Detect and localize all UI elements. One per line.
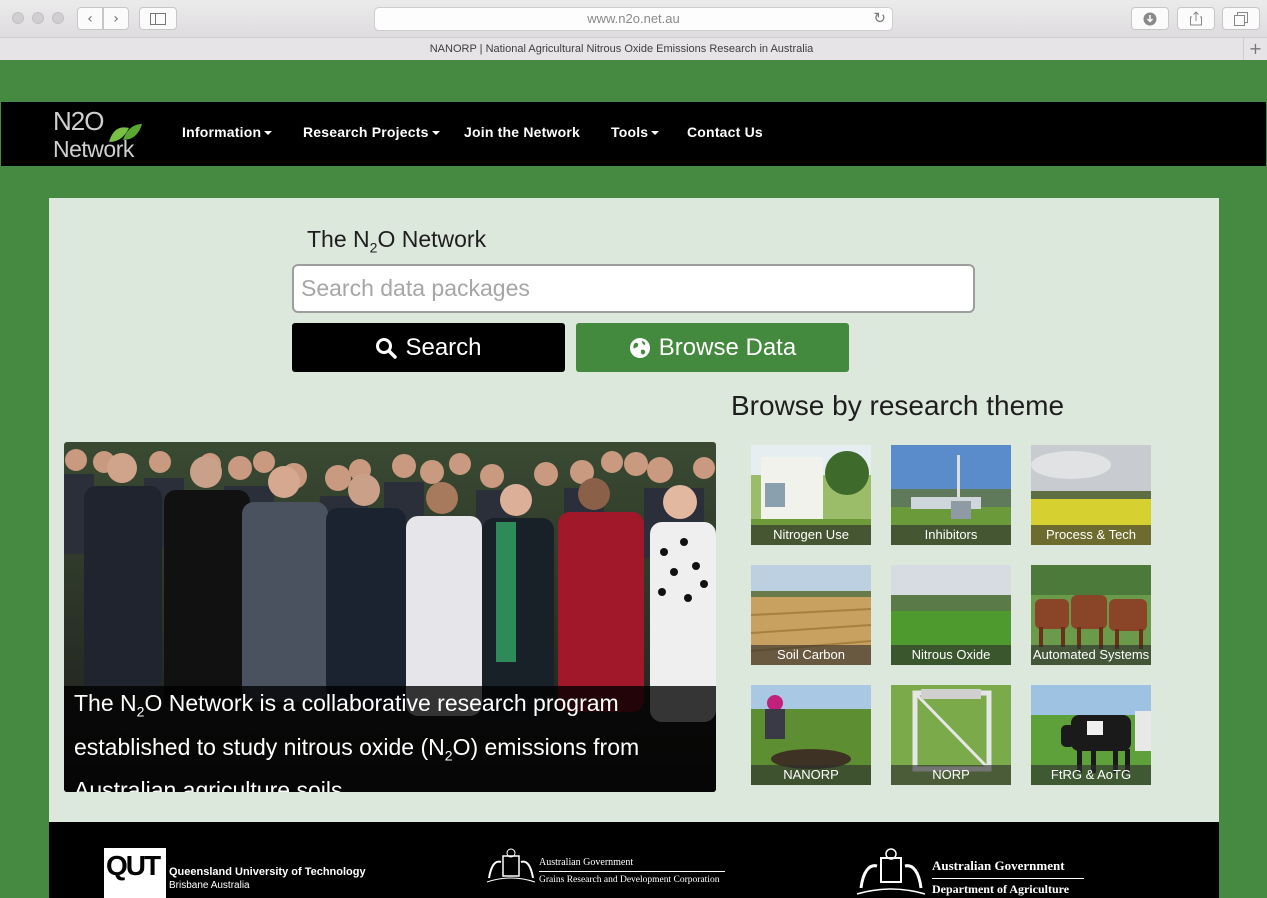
close-window-button[interactable] [12, 12, 24, 24]
address-bar[interactable]: www.n2o.net.au ↻ [374, 7, 893, 31]
n2o-network-logo[interactable]: N2O Network [53, 106, 153, 162]
nav-join-network-label: Join the Network [464, 124, 580, 140]
browser-chrome: ‹ › www.n2o.net.au ↻ NANORP | National A… [0, 0, 1267, 60]
tab-active[interactable]: NANORP | National Agricultural Nitrous O… [0, 38, 1243, 60]
caption-text: O) emissions from [452, 733, 640, 760]
share-icon [1190, 11, 1202, 26]
theme-tile-automated-systems[interactable]: Automated Systems [1031, 565, 1151, 665]
nav-information[interactable]: Information [182, 124, 273, 140]
leaf-icon [109, 124, 142, 142]
main-panel: The N2O Network Search Browse Data [49, 198, 1219, 822]
download-icon [1143, 12, 1157, 25]
browse-data-button[interactable]: Browse Data [576, 323, 849, 372]
sidebar-toggle-button[interactable] [139, 7, 177, 30]
new-tab-button[interactable]: + [1243, 38, 1267, 60]
qut-name: Queensland University of Technology [169, 866, 366, 878]
hero-caption-line-1: The N2O Network is a collaborative resea… [74, 686, 706, 730]
share-button[interactable] [1177, 7, 1215, 30]
url-text: www.n2o.net.au [587, 11, 680, 26]
hero-caption: The N 2 O Network is a collaborative resea… [64, 686, 716, 792]
theme-tile-inhibitors[interactable]: Inhibitors [891, 445, 1011, 545]
chevron-right-icon: › [113, 10, 119, 27]
caption-text: O Network is a collaborative research pr… [144, 690, 619, 716]
theme-tile-norp[interactable]: NORP [891, 685, 1011, 785]
agriculture-department-name: Department of Agriculture [932, 882, 1070, 896]
caption-subscript: 2 [444, 747, 453, 764]
globe-icon [629, 337, 650, 358]
theme-tile-label: Automated Systems [1031, 645, 1151, 665]
theme-tile-label: NORP [891, 765, 1011, 785]
nav-contact-us-label: Contact Us [687, 124, 763, 140]
theme-tile-ftrg-aotg[interactable]: FtRG & AoTG [1031, 685, 1151, 785]
browser-toolbar: ‹ › www.n2o.net.au ↻ [0, 0, 1267, 38]
grdc-name: Grains Research and Development Corporat… [539, 875, 720, 885]
tabs-overview-button[interactable] [1222, 7, 1260, 30]
sidebar-icon [150, 12, 166, 25]
hero-caption-line-3: Australian agriculture soils. [74, 777, 349, 792]
theme-tile-nanorp[interactable]: NANORP [751, 685, 871, 785]
qut-logo-mark: QUT [106, 850, 161, 881]
page-title-suffix: O Network [377, 226, 487, 252]
forward-button[interactable]: › [103, 7, 129, 30]
caret-down-icon [431, 131, 440, 136]
reload-icon[interactable]: ↻ [873, 8, 886, 30]
browse-data-button-label: Browse Data [658, 333, 797, 361]
search-input[interactable] [292, 264, 975, 313]
back-button[interactable]: ‹ [77, 7, 103, 30]
minimize-window-button[interactable] [32, 12, 44, 24]
theme-tile-label: Soil Carbon [751, 645, 871, 665]
search-button-label: Search [405, 333, 482, 361]
chevron-left-icon: ‹ [87, 10, 93, 27]
nav-contact-us[interactable]: Contact Us [687, 124, 763, 140]
nav-join-network[interactable]: Join the Network [464, 124, 580, 140]
nav-information-label: Information [182, 124, 262, 140]
tab-bar: NANORP | National Agricultural Nitrous O… [0, 38, 1267, 60]
caret-down-icon [264, 131, 273, 136]
theme-tile-label: NANORP [751, 765, 871, 785]
logo-top-text: N2O [53, 106, 104, 136]
tabs-icon [1234, 11, 1248, 26]
caret-down-icon [651, 131, 660, 136]
nav-tools-label: Tools [611, 124, 649, 140]
coat-of-arms-icon [486, 848, 536, 883]
theme-tile-label: FtRG & AoTG [1031, 765, 1151, 785]
qut-location: Brisbane Australia [169, 880, 250, 891]
downloads-button[interactable] [1131, 7, 1169, 30]
theme-tile-nitrous-oxide[interactable]: Nitrous Oxide [891, 565, 1011, 665]
theme-tile-soil-carbon[interactable]: Soil Carbon [751, 565, 871, 665]
theme-tile-label: Process & Tech [1031, 525, 1151, 545]
hero-caption-line-2: established to study nitrous oxide (N2O)… [74, 730, 706, 774]
partner-footer: QUT Queensland University of Technology … [49, 822, 1219, 898]
page-title: The N2O Network [307, 226, 486, 256]
site-navbar: N2O Network Information Research Project… [1, 102, 1266, 166]
coat-of-arms-icon [856, 848, 926, 895]
caption-text: The N [74, 690, 137, 716]
page-title-prefix: The N [307, 226, 370, 252]
theme-tile-process-tech[interactable]: Process & Tech [1031, 445, 1151, 545]
theme-tile-nitrogen-use[interactable]: Nitrogen Use [751, 445, 871, 545]
zoom-window-button[interactable] [52, 12, 64, 24]
caption-text: established to study nitrous oxide (N [74, 733, 445, 760]
theme-tile-label: Nitrogen Use [751, 525, 871, 545]
search-button[interactable]: Search [292, 323, 565, 372]
theme-tile-label: Nitrous Oxide [891, 645, 1011, 665]
agriculture-government-label: Australian Government [932, 858, 1084, 879]
qut-logo[interactable]: QUT [104, 848, 166, 898]
nav-research-projects-label: Research Projects [303, 124, 429, 140]
grdc-government-label: Australian Government [539, 857, 725, 872]
theme-tile-label: Inhibitors [891, 525, 1011, 545]
nav-tools[interactable]: Tools [611, 124, 660, 140]
search-icon [376, 337, 398, 359]
hero-group-photo: The N 2 O Network is a collaborative resea… [64, 442, 716, 792]
theme-heading: Browse by research theme [731, 390, 1065, 421]
nav-research-projects[interactable]: Research Projects [303, 124, 440, 140]
